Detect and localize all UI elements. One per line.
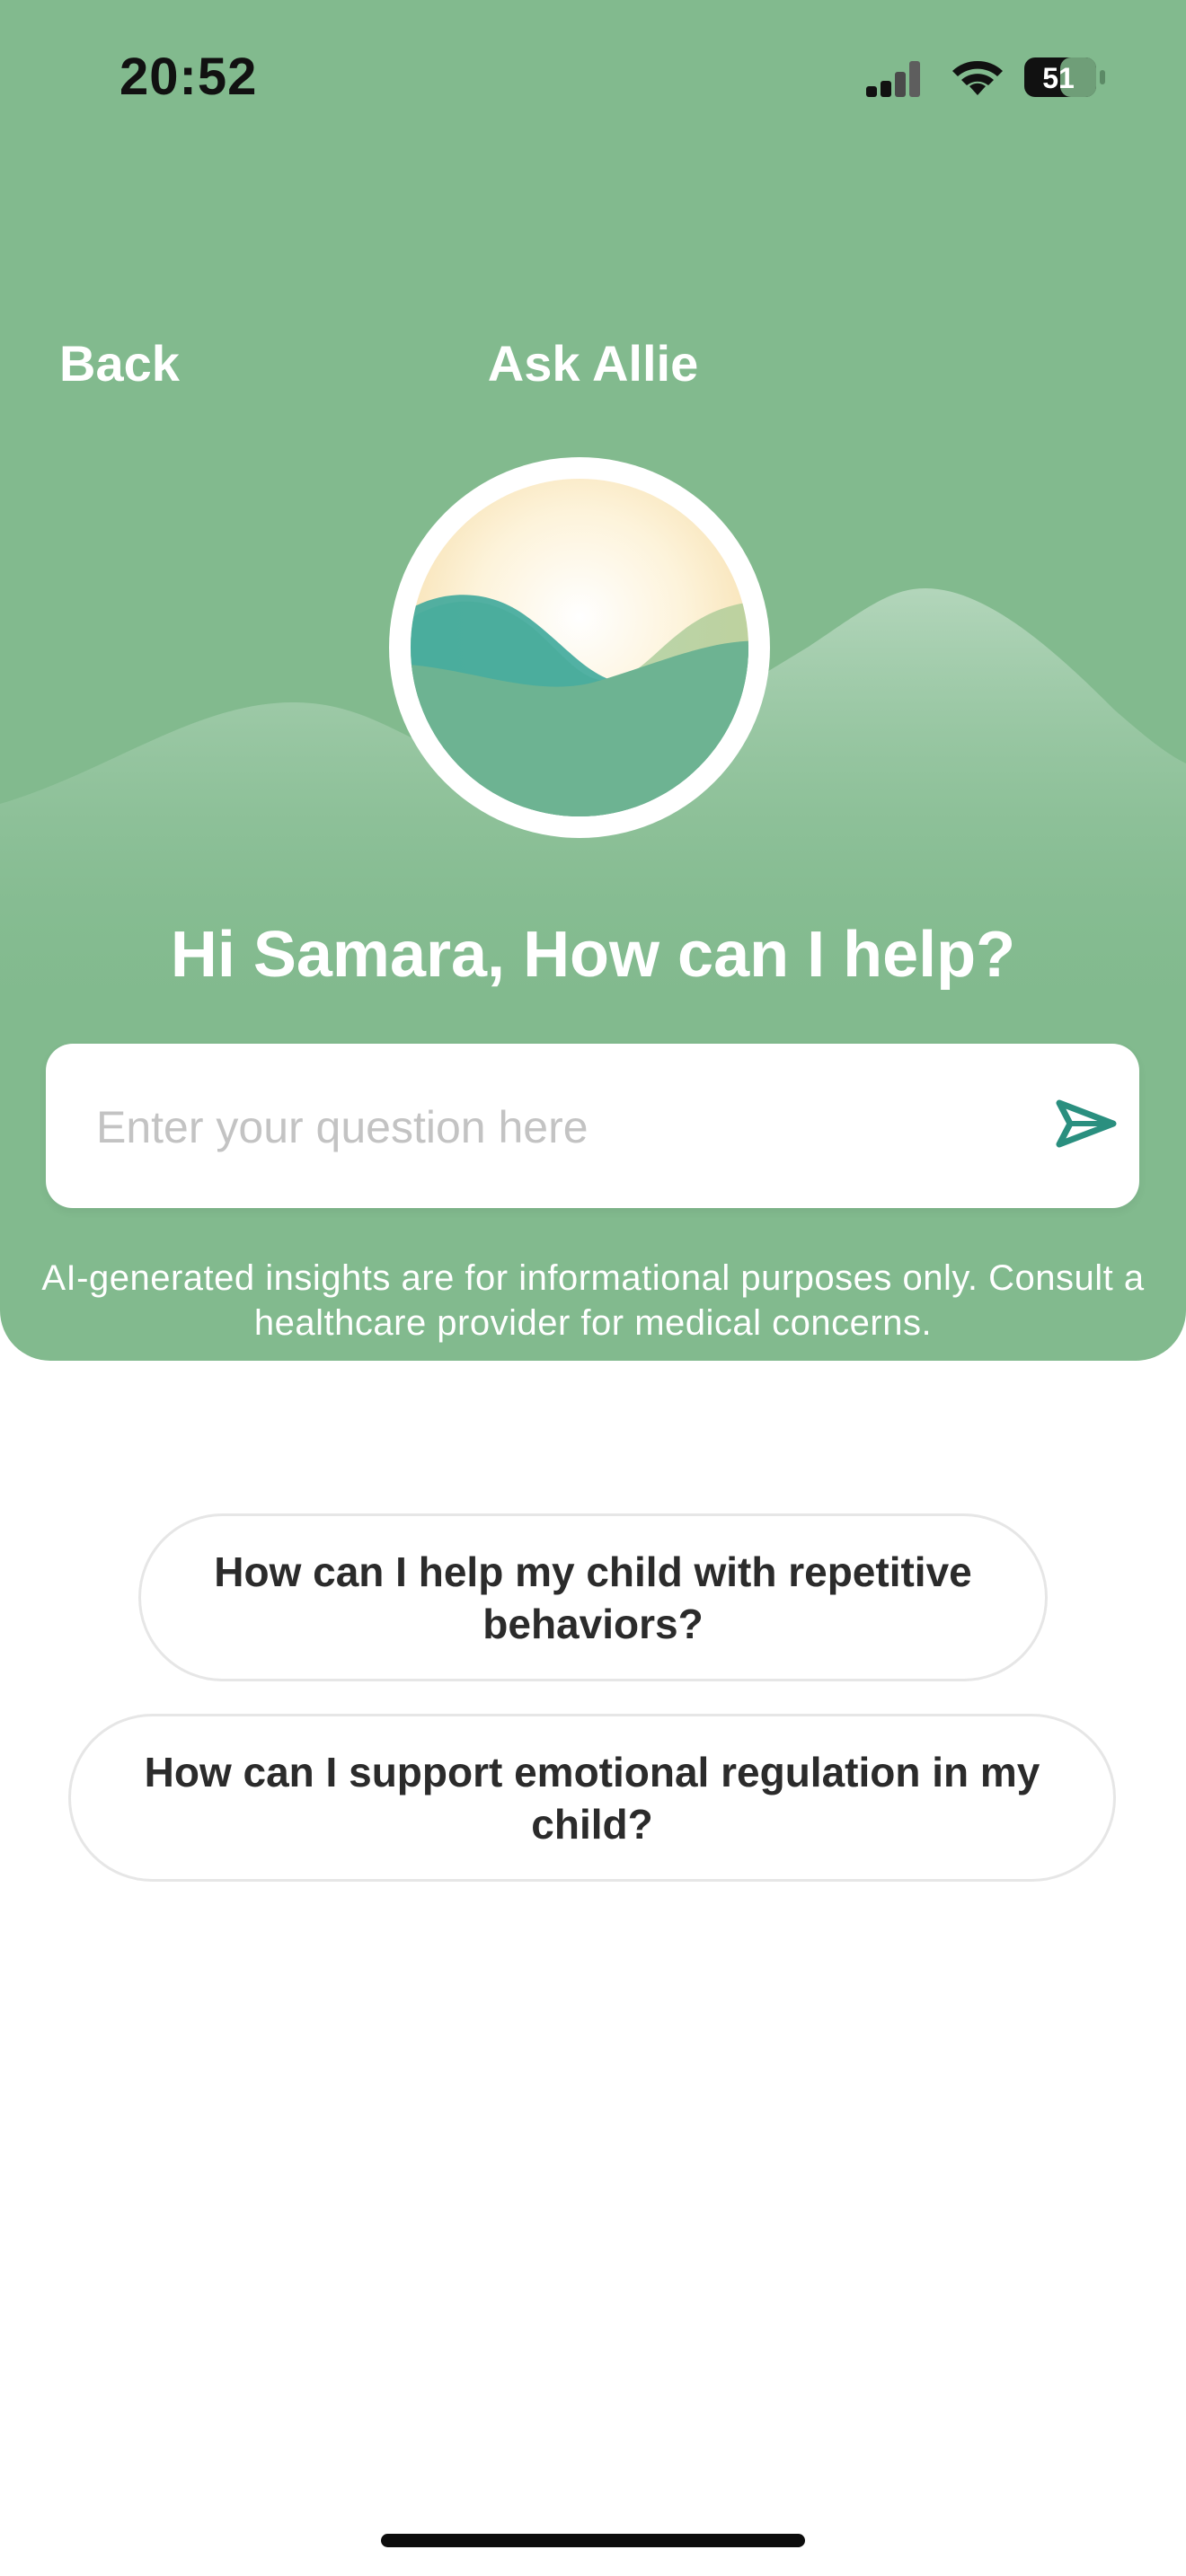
send-icon [1056,1099,1117,1148]
question-input[interactable] [94,1081,996,1173]
status-icons: 51 [866,57,1105,97]
question-box [46,1044,1139,1208]
allie-logo [389,457,770,838]
greeting-heading: Hi Samara, How can I help? [170,919,1016,991]
suggestion-chip[interactable]: How can I help my child with repetitive … [138,1513,1048,1681]
wifi-icon [952,60,1003,95]
cellular-signal-icon [866,61,920,97]
suggestion-chip[interactable]: How can I support emotional regulation i… [68,1714,1116,1882]
page-title: Ask Allie [487,335,699,392]
svg-text:51: 51 [1042,62,1075,94]
status-time: 20:52 [119,48,258,106]
allie-logo-icon [411,479,748,816]
ai-disclaimer: AI-generated insights are for informatio… [41,1258,1145,1343]
home-indicator[interactable] [381,2534,805,2547]
hero-header: 20:52 51 Back Ask Allie Hi Samara, How c… [0,0,1186,1361]
battery-icon: 51 [1024,57,1105,97]
send-button[interactable] [1050,1083,1122,1164]
